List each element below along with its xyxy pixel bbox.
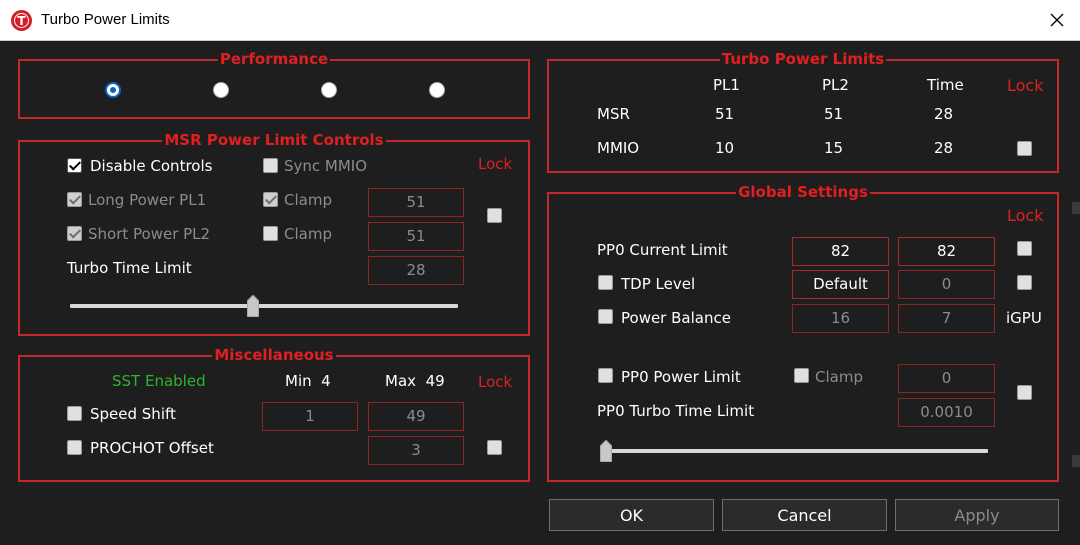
pp0-clamp-label: Clamp xyxy=(815,368,863,386)
pp0-current-field-1[interactable]: 82 xyxy=(792,237,889,266)
row-msr-pl2: 51 xyxy=(824,105,844,123)
global-slider-track[interactable] xyxy=(600,449,988,453)
close-icon xyxy=(1050,13,1064,27)
msr-slider-track[interactable] xyxy=(70,304,458,308)
header-pl2: PL2 xyxy=(822,76,849,94)
pp0-current-field-2[interactable]: 82 xyxy=(898,237,995,266)
pp0-power-limit-checkbox[interactable] xyxy=(598,368,613,383)
pp0-turbo-time-field[interactable]: 0.0010 xyxy=(898,398,995,427)
ok-button[interactable]: OK xyxy=(549,499,714,531)
global-slider-thumb-icon[interactable] xyxy=(600,440,612,462)
row-mmio-pl2: 15 xyxy=(824,139,844,157)
pp0-current-lock-checkbox[interactable] xyxy=(1017,241,1032,256)
row-mmio-pl1: 10 xyxy=(715,139,735,157)
msr-slider-thumb-icon[interactable] xyxy=(246,295,259,317)
misc-lock-checkbox[interactable] xyxy=(487,440,502,455)
pp0-power-limit-field[interactable]: 0 xyxy=(898,364,995,393)
tdp-level-field-2[interactable]: 0 xyxy=(898,270,995,299)
long-power-pl1-checkbox[interactable] xyxy=(67,192,82,207)
mmio-lock-checkbox[interactable] xyxy=(1017,141,1032,156)
disable-controls-checkbox[interactable] xyxy=(67,158,82,173)
tdp-level-checkbox[interactable] xyxy=(598,275,613,290)
global-settings-panel xyxy=(547,192,1059,482)
window-edge-marker xyxy=(1072,202,1080,214)
misc-lock-label: Lock xyxy=(478,373,513,391)
performance-option-2[interactable] xyxy=(213,82,229,98)
short-power-clamp-label: Clamp xyxy=(284,225,332,243)
max-label: Max 49 xyxy=(385,372,445,390)
close-button[interactable] xyxy=(1034,0,1080,40)
msr-legend: MSR Power Limit Controls xyxy=(162,131,386,149)
short-power-pl2-checkbox[interactable] xyxy=(67,226,82,241)
window-title: Turbo Power Limits xyxy=(41,11,170,28)
prochot-offset-label: PROCHOT Offset xyxy=(90,439,214,457)
power-balance-field-2[interactable]: 7 xyxy=(898,304,995,333)
performance-option-3[interactable] xyxy=(321,82,337,98)
tdp-level-lock-checkbox[interactable] xyxy=(1017,275,1032,290)
short-power-pl2-field[interactable]: 51 xyxy=(368,222,464,251)
power-balance-field-1[interactable]: 16 xyxy=(792,304,889,333)
long-power-pl1-field[interactable]: 51 xyxy=(368,188,464,217)
speed-shift-label: Speed Shift xyxy=(90,405,176,423)
long-power-clamp-label: Clamp xyxy=(284,191,332,209)
turbo-limits-legend: Turbo Power Limits xyxy=(719,50,887,68)
pp0-clamp-checkbox[interactable] xyxy=(794,368,809,383)
row-msr-name: MSR xyxy=(597,105,630,123)
header-pl1: PL1 xyxy=(713,76,740,94)
turbo-time-limit-label: Turbo Time Limit xyxy=(67,259,192,277)
performance-legend: Performance xyxy=(217,50,331,68)
performance-panel: Performance xyxy=(18,50,530,119)
msr-lock-label: Lock xyxy=(478,155,513,173)
prochot-offset-field[interactable]: 3 xyxy=(368,436,464,465)
performance-option-1[interactable] xyxy=(105,82,121,98)
speed-shift-checkbox[interactable] xyxy=(67,406,82,421)
row-mmio-time: 28 xyxy=(934,139,954,157)
row-mmio-name: MMIO xyxy=(597,139,640,157)
min-label: Min 4 xyxy=(285,372,331,390)
performance-option-4[interactable] xyxy=(429,82,445,98)
short-power-clamp-checkbox[interactable] xyxy=(263,226,278,241)
global-legend: Global Settings xyxy=(736,183,870,201)
power-balance-checkbox[interactable] xyxy=(598,309,613,324)
turbo-lock-label: Lock xyxy=(1007,76,1044,95)
turbo-time-limit-field[interactable]: 28 xyxy=(368,256,464,285)
window-edge-marker xyxy=(1072,455,1080,467)
apply-button[interactable]: Apply xyxy=(895,499,1059,531)
pp0-turbo-time-label: PP0 Turbo Time Limit xyxy=(597,402,755,420)
cancel-button[interactable]: Cancel xyxy=(722,499,887,531)
long-power-clamp-checkbox[interactable] xyxy=(263,192,278,207)
short-power-pl2-label: Short Power PL2 xyxy=(88,225,211,243)
long-power-pl1-label: Long Power PL1 xyxy=(88,191,207,209)
tdp-level-field-1[interactable]: Default xyxy=(792,270,889,299)
tdp-level-label: TDP Level xyxy=(621,275,696,293)
igpu-label: iGPU xyxy=(1006,309,1042,327)
sync-mmio-checkbox[interactable] xyxy=(263,158,278,173)
msr-lock-checkbox[interactable] xyxy=(487,208,502,223)
disable-controls-label: Disable Controls xyxy=(90,157,213,175)
pp0-current-limit-label: PP0 Current Limit xyxy=(597,241,728,259)
row-msr-time: 28 xyxy=(934,105,954,123)
prochot-offset-checkbox[interactable] xyxy=(67,440,82,455)
sync-mmio-label: Sync MMIO xyxy=(284,157,368,175)
speed-shift-max-field[interactable]: 49 xyxy=(368,402,464,431)
power-balance-label: Power Balance xyxy=(621,309,731,327)
header-time: Time xyxy=(927,76,964,94)
sst-status-label: SST Enabled xyxy=(112,372,206,390)
pp0-power-lock-checkbox[interactable] xyxy=(1017,385,1032,400)
title-bar: T Turbo Power Limits xyxy=(0,0,1080,41)
pp0-power-limit-label: PP0 Power Limit xyxy=(621,368,741,386)
app-logo-icon: T xyxy=(11,10,32,31)
misc-legend: Miscellaneous xyxy=(212,346,336,364)
row-msr-pl1: 51 xyxy=(715,105,735,123)
global-lock-label: Lock xyxy=(1007,206,1044,225)
speed-shift-min-field[interactable]: 1 xyxy=(262,402,358,431)
